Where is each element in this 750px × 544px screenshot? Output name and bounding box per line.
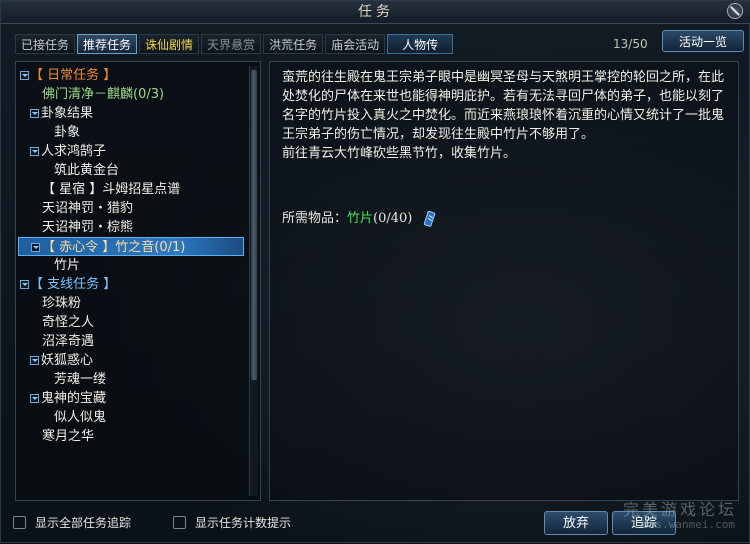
quest-tree-label: 芳魂一缕 bbox=[54, 372, 107, 387]
quest-tree-row[interactable]: 沼泽奇遇 bbox=[18, 332, 248, 351]
tab-6[interactable]: 人物传 bbox=[387, 34, 454, 54]
quest-tree-row[interactable]: 竹片 bbox=[18, 256, 248, 275]
quest-counter: 13/50 bbox=[613, 37, 648, 51]
collapse-toggle-icon[interactable] bbox=[30, 394, 39, 403]
collapse-toggle-icon[interactable] bbox=[30, 109, 39, 118]
quest-tree-label: 鬼神的宝藏 bbox=[41, 391, 107, 406]
watermark-title: 完美游戏论坛 bbox=[622, 500, 737, 519]
required-item-count: (0/40) bbox=[373, 211, 413, 226]
quest-tree-row[interactable]: 天诏神罚・棕熊 bbox=[18, 218, 248, 237]
scrollbar[interactable] bbox=[249, 66, 258, 496]
quest-tree-row[interactable]: 似人似鬼 bbox=[18, 408, 248, 427]
watermark-url: bbs.wanmei.com bbox=[642, 518, 735, 531]
quest-description: 蛮荒的往生殿在鬼王宗弟子眼中是幽冥圣母与天煞明王掌控的轮回之所，在此处焚化的尸体… bbox=[282, 70, 725, 161]
quest-tree-label: 珍珠粉 bbox=[42, 296, 82, 311]
quest-tree-row[interactable]: 【 支线任务 】 bbox=[18, 275, 248, 294]
quest-tree-label: 妖狐惑心 bbox=[41, 353, 94, 368]
quest-tree-row[interactable]: 【 日常任务 】 bbox=[18, 66, 248, 85]
quest-tree-row[interactable]: 妖狐惑心 bbox=[18, 351, 248, 370]
quest-tree-label: 卦象 bbox=[54, 125, 81, 140]
quest-tree-label: 人求鸿鹄子 bbox=[41, 144, 107, 159]
collapse-toggle-icon[interactable] bbox=[20, 280, 29, 289]
quest-tree-row[interactable]: 卦象 bbox=[18, 123, 248, 142]
quest-tree-row[interactable]: 筑此黄金台 bbox=[18, 161, 248, 180]
tab-0[interactable]: 已接任务 bbox=[15, 34, 76, 54]
window-title: 任务 bbox=[1, 1, 750, 24]
quest-detail-panel: 蛮荒的往生殿在鬼王宗弟子眼中是幽冥圣母与天煞明王掌控的轮回之所，在此处焚化的尸体… bbox=[269, 61, 739, 501]
quest-tree-label: 佛门清净－麒麟(0/3) bbox=[42, 87, 165, 102]
tab-4[interactable]: 洪荒任务 bbox=[263, 34, 324, 54]
scroll-thumb[interactable] bbox=[251, 70, 257, 380]
tab-3[interactable]: 天界悬赏 bbox=[201, 34, 262, 54]
quest-tree-label: 天诏神罚・棕熊 bbox=[42, 220, 134, 235]
quest-tree-row[interactable]: 人求鸿鹄子 bbox=[18, 142, 248, 161]
quest-tree-label: 奇怪之人 bbox=[42, 315, 95, 330]
quest-tree-label: 【 赤心令 】竹之音(0/1) bbox=[42, 240, 186, 255]
collapse-toggle-icon[interactable] bbox=[30, 147, 39, 156]
quest-tree: 【 日常任务 】佛门清净－麒麟(0/3) 卦象结果卦象人求鸿鹄子筑此黄金台【 星宿… bbox=[18, 66, 248, 446]
quest-tree-label: 天诏神罚・猎豹 bbox=[42, 201, 134, 216]
show-all-tracking-label: 显示全部任务追踪 bbox=[35, 516, 132, 530]
collapse-toggle-icon[interactable] bbox=[20, 71, 29, 80]
quest-window: 任务 已接任务 推荐任务 诛仙剧情 天界悬赏 洪荒任务 庙会活动 人物传 13/50 活动一… bbox=[0, 0, 750, 543]
quest-tree-label: 【 日常任务 】 bbox=[30, 68, 117, 83]
quest-tree-label: 似人似鬼 bbox=[54, 410, 107, 425]
quest-tree-row[interactable]: 芳魂一缕 bbox=[18, 370, 248, 389]
collapse-toggle-icon[interactable] bbox=[31, 243, 40, 252]
quest-tree-label: 卦象结果 bbox=[41, 106, 94, 121]
quest-tree-row[interactable]: 鬼神的宝藏 bbox=[18, 389, 248, 408]
tab-2[interactable]: 诛仙剧情 bbox=[139, 34, 200, 54]
quest-tree-row[interactable]: 天诏神罚・猎豹 bbox=[18, 199, 248, 218]
show-count-hint-checkbox[interactable] bbox=[173, 516, 186, 529]
quest-tree-row[interactable]: 佛门清净－麒麟(0/3) bbox=[18, 85, 248, 104]
quest-tree-label: 【 星宿 】斗姆招星点谱 bbox=[42, 182, 181, 197]
quest-tree-row[interactable]: 寒月之华 bbox=[18, 427, 248, 446]
quest-tree-label: 寒月之华 bbox=[42, 429, 95, 444]
quest-tree-label: 筑此黄金台 bbox=[54, 163, 120, 178]
activity-list-button[interactable]: 活动一览 bbox=[662, 30, 744, 52]
show-count-hint-label: 显示任务计数提示 bbox=[195, 516, 292, 530]
quest-tree-row[interactable]: 卦象结果 bbox=[18, 104, 248, 123]
quest-tabs: 已接任务 推荐任务 诛仙剧情 天界悬赏 洪荒任务 庙会活动 人物传 bbox=[15, 34, 454, 54]
quest-tree-label: 沼泽奇遇 bbox=[42, 334, 95, 349]
quest-tree-row[interactable]: 【 赤心令 】竹之音(0/1) bbox=[18, 237, 244, 256]
quest-tree-row[interactable]: 奇怪之人 bbox=[18, 313, 248, 332]
quest-tree-panel: 【 日常任务 】佛门清净－麒麟(0/3) 卦象结果卦象人求鸿鹄子筑此黄金台【 星宿… bbox=[15, 61, 261, 501]
tab-1[interactable]: 推荐任务 bbox=[77, 34, 138, 54]
tab-5[interactable]: 庙会活动 bbox=[325, 34, 386, 54]
required-items: 所需物品：竹片(0/40) bbox=[282, 207, 437, 227]
quest-tree-row[interactable]: 【 星宿 】斗姆招星点谱 bbox=[18, 180, 248, 199]
quest-tree-label: 竹片 bbox=[54, 258, 81, 273]
close-icon[interactable] bbox=[727, 3, 743, 19]
quest-tree-row[interactable]: 珍珠粉 bbox=[18, 294, 248, 313]
show-all-tracking-checkbox[interactable] bbox=[13, 516, 26, 529]
bamboo-slip-icon[interactable] bbox=[423, 210, 437, 227]
collapse-toggle-icon[interactable] bbox=[30, 356, 39, 365]
required-label: 所需物品： bbox=[282, 211, 348, 226]
abandon-button[interactable]: 放弃 bbox=[544, 511, 608, 535]
required-item-link[interactable]: 竹片 bbox=[347, 211, 373, 226]
quest-tree-label: 【 支线任务 】 bbox=[30, 277, 117, 292]
